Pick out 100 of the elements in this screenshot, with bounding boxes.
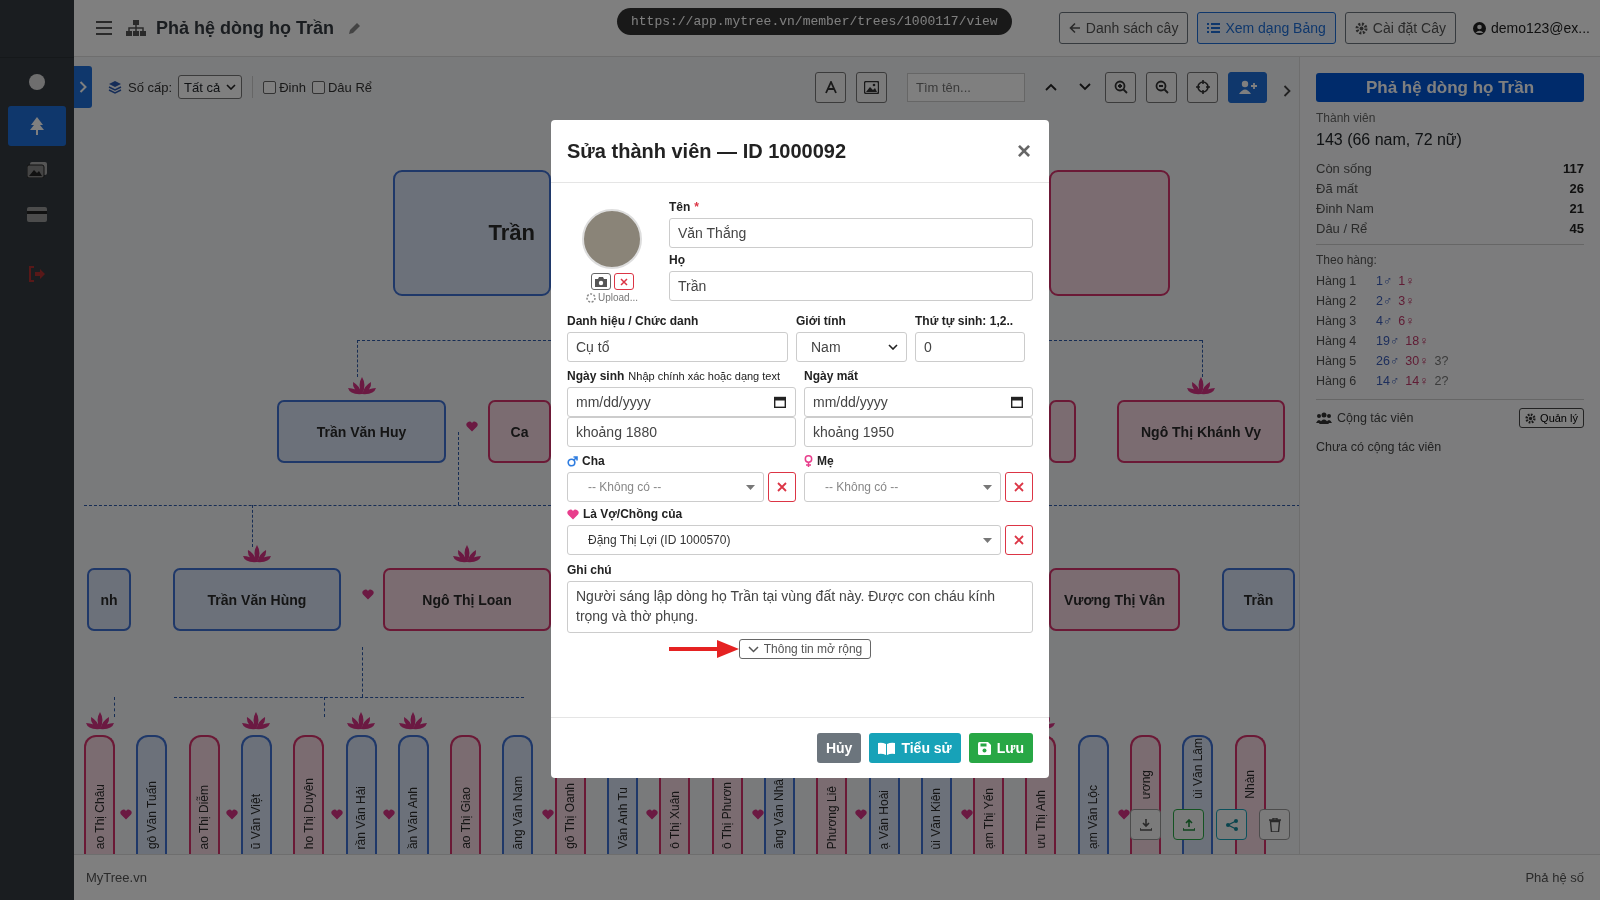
birth-date-field[interactable]: mm/dd/yyyy <box>567 387 796 417</box>
header-button[interactable]: Danh sách cây <box>1058 12 1189 44</box>
image-icon <box>864 80 879 94</box>
required-mark: * <box>694 200 699 214</box>
birth-order-field[interactable]: 0 <box>915 332 1025 362</box>
checkbox-label: Dâu Rể <box>327 79 373 95</box>
mother-select[interactable]: -- Không có -- <box>804 472 1001 502</box>
unknown-count: 2? <box>1434 373 1449 390</box>
person-node[interactable]: ao Thị Diễm <box>188 735 220 854</box>
zoom-out-button[interactable] <box>1146 71 1177 103</box>
remove-photo-button[interactable] <box>613 273 634 290</box>
footer-text: Phả hệ số <box>1525 870 1584 885</box>
font-button[interactable] <box>815 71 846 103</box>
person-node[interactable]: ạm Văn Lộc <box>1077 735 1109 854</box>
close-icon <box>1014 482 1024 492</box>
field-label: Là Vợ/Chồng của <box>583 507 683 521</box>
person-node[interactable]: ao Thị Giao <box>450 735 482 854</box>
clear-button[interactable] <box>1005 525 1033 555</box>
sidebar-item[interactable] <box>8 106 66 146</box>
heart-icon <box>1118 809 1130 820</box>
logout-icon <box>28 266 46 282</box>
gender-select[interactable]: Nam <box>796 332 907 362</box>
person-node[interactable]: ần Văn Anh <box>397 735 429 854</box>
person-node[interactable]: nh <box>87 568 131 631</box>
death-text-field[interactable]: khoảng 1950 <box>804 417 1033 447</box>
chevron-up-icon[interactable] <box>1045 83 1057 91</box>
spouse-select[interactable]: Đặng Thị Lợi (ID 1000570) <box>567 525 1001 555</box>
more-info-button[interactable]: Thông tin mở rộng <box>738 639 872 659</box>
close-button[interactable]: × <box>1015 139 1033 163</box>
pencil-icon[interactable] <box>348 21 361 35</box>
caret-icon <box>983 537 992 543</box>
generation-label: Hàng 2 <box>1316 293 1358 310</box>
title-field[interactable]: Cụ tổ <box>567 332 788 362</box>
cancel-button[interactable]: Hủy <box>816 733 862 763</box>
person-node[interactable]: Ngô Thị Khánh Vy <box>1117 400 1285 463</box>
female-count: 18♀ <box>1405 333 1429 350</box>
person-node[interactable]: Trần Văn Huy <box>277 400 446 463</box>
female-count: 3♀ <box>1398 293 1415 310</box>
close-icon <box>1014 535 1024 545</box>
upload-button[interactable] <box>1173 809 1204 840</box>
male-count: 19♂ <box>1376 333 1400 350</box>
chevron-down-icon[interactable] <box>1079 83 1091 91</box>
download-button[interactable] <box>1130 809 1161 840</box>
user-menu[interactable]: demo123@ex... <box>1472 20 1590 36</box>
heart-icon <box>331 809 343 820</box>
last-name-field[interactable]: Trần <box>669 271 1033 301</box>
heart-icon <box>961 809 973 820</box>
trash-icon <box>1268 817 1281 832</box>
person-node[interactable]: ũ Văn Việt <box>240 735 272 854</box>
spinner-icon <box>586 292 596 303</box>
father-select[interactable]: -- Không có -- <box>567 472 764 502</box>
connector-line <box>114 697 115 717</box>
person-node[interactable]: Vương Thị Vân <box>1049 568 1180 631</box>
tree-title-button[interactable]: Phả hệ dòng họ Trần <box>1316 73 1584 102</box>
note-field[interactable]: Người sáng lập dòng họ Trần tại vùng đất này. Được con cháu kính trọng và thờ phụng. <box>567 581 1033 633</box>
center-button[interactable] <box>1187 71 1218 103</box>
female-count: 6♀ <box>1398 313 1415 330</box>
search-field[interactable]: Tìm tên... <box>907 72 1025 102</box>
save-button[interactable]: Lưu <box>968 733 1033 763</box>
upload-photo-button[interactable] <box>590 273 611 290</box>
header-button[interactable]: Cài đặt Cây <box>1344 12 1456 44</box>
male-count: 26♂ <box>1376 353 1400 370</box>
person-node[interactable]: ho Thị Duyên <box>293 735 325 854</box>
person-node[interactable]: ăng Văn Nam <box>502 735 534 854</box>
first-name-field[interactable]: Văn Thắng <box>669 218 1033 248</box>
expand-left-button[interactable] <box>74 66 92 108</box>
arrow-left-icon <box>1068 22 1081 34</box>
layers-icon <box>108 80 122 94</box>
bio-button[interactable]: Tiểu sử <box>869 733 961 763</box>
field-label: Danh hiệu / Chức danh <box>567 314 700 328</box>
person-node[interactable]: Trần Văn Hùng <box>173 568 341 631</box>
person-node[interactable]: Ca <box>488 400 551 463</box>
settings-icon <box>1525 412 1537 424</box>
level-select[interactable]: Tất cả <box>178 75 243 99</box>
letter-a-icon <box>824 80 837 94</box>
generation-label: Hàng 3 <box>1316 313 1358 330</box>
death-date-field[interactable]: mm/dd/yyyy <box>804 387 1033 417</box>
person-node[interactable]: Trần <box>393 170 551 296</box>
header-button[interactable]: Xem dạng Bảng <box>1197 12 1336 44</box>
add-member-button[interactable] <box>1228 71 1267 103</box>
person-node[interactable]: ao Thị Châu <box>84 735 115 854</box>
person-node[interactable]: Trần <box>1222 568 1295 631</box>
zoom-in-button[interactable] <box>1105 71 1136 103</box>
person-node[interactable] <box>1049 400 1076 463</box>
birth-text-field[interactable]: khoảng 1880 <box>567 417 796 447</box>
delete-button[interactable] <box>1259 809 1290 840</box>
person-node[interactable]: Ngô Thị Loan <box>383 568 551 631</box>
filter-checkbox[interactable] <box>311 80 325 94</box>
menu-icon[interactable] <box>96 21 112 35</box>
person-node[interactable]: gô Văn Tuấn <box>136 735 168 854</box>
clear-button[interactable] <box>768 472 796 502</box>
share-button[interactable] <box>1216 809 1247 840</box>
person-node[interactable]: rần Văn Hải <box>345 735 377 854</box>
image-button[interactable] <box>856 71 887 103</box>
male-count: 1♂ <box>1376 273 1393 290</box>
manage-button[interactable]: Quản lý <box>1519 408 1584 428</box>
filter-checkbox[interactable] <box>263 80 277 94</box>
clear-button[interactable] <box>1005 472 1033 502</box>
stat-label: Đinh Nam <box>1316 201 1374 216</box>
person-node[interactable] <box>1049 170 1170 296</box>
